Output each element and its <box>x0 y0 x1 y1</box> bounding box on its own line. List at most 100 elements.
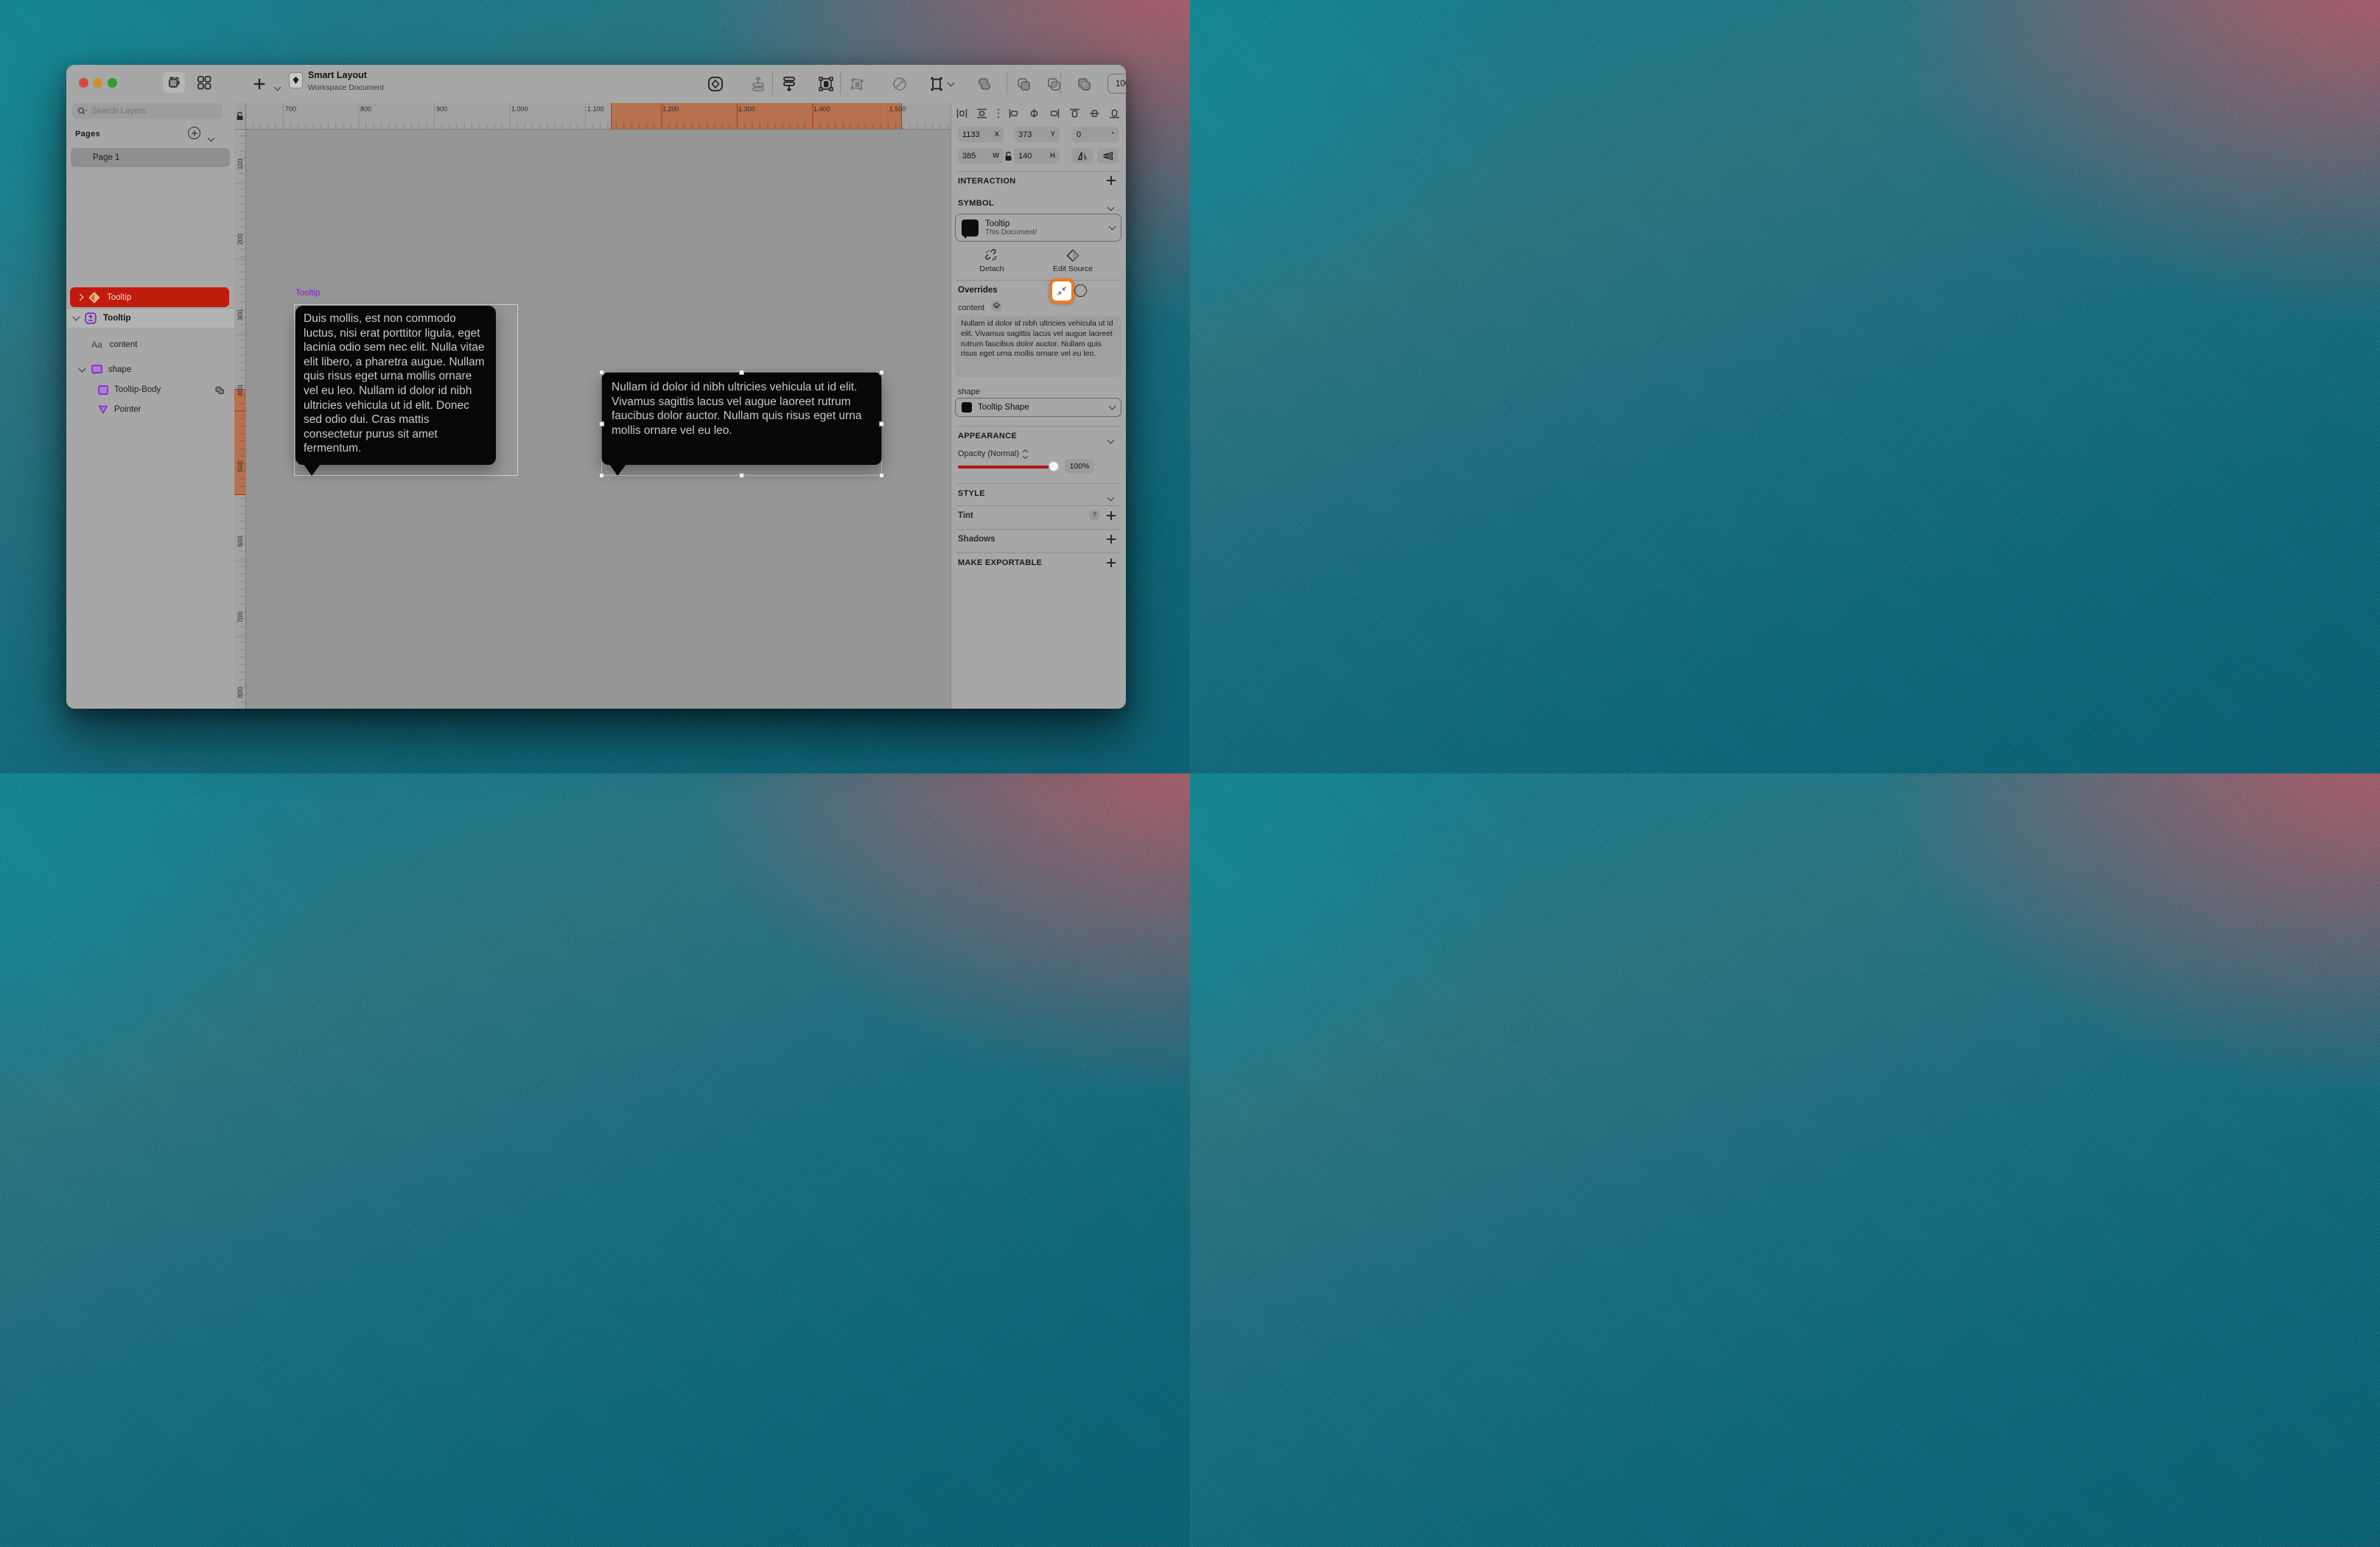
x-position-field[interactable]: 1133 X <box>958 127 1004 142</box>
style-collapse-chevron[interactable] <box>1107 491 1115 504</box>
shape-dropdown-chevron <box>1108 402 1116 410</box>
components-view-toggle-button[interactable] <box>195 74 214 91</box>
layer-row-pointer[interactable]: Pointer <box>66 399 234 420</box>
selection-handle-s[interactable] <box>739 473 744 478</box>
x-unit: X <box>994 130 999 138</box>
alignment-separator-dots <box>997 108 999 119</box>
tint-help-badge[interactable]: ? <box>1089 510 1100 521</box>
shrink-instance-button-annotated[interactable] <box>1049 278 1074 304</box>
opacity-blend-row[interactable]: Opacity (Normal) <box>958 449 1029 459</box>
tooltip-instance-content[interactable]: Nullam id dolor id nibh ultricies vehicu… <box>601 372 882 465</box>
artboard-label[interactable]: Tooltip <box>295 289 320 298</box>
symbol-collapse-chevron[interactable] <box>1107 200 1115 214</box>
plus-icon <box>253 78 265 90</box>
send-to-library-button[interactable] <box>749 74 768 94</box>
distribute-horizontal-icon[interactable] <box>956 108 967 119</box>
layer-row-shape[interactable]: shape <box>66 359 234 380</box>
add-page-button[interactable] <box>188 127 200 139</box>
selection-handle-nw[interactable] <box>599 370 604 375</box>
pages-collapse-chevron[interactable] <box>207 131 215 144</box>
rotation-field[interactable]: 0 ° <box>1072 127 1119 142</box>
distribute-vertical-icon[interactable] <box>976 108 987 119</box>
tooltip-text: Duis mollis, est non commodo luctus, nis… <box>304 312 485 455</box>
add-tint-button[interactable] <box>1107 511 1116 524</box>
create-symbol-button[interactable] <box>706 74 725 94</box>
collapse-chevron-icon[interactable] <box>72 313 80 321</box>
selection-handle-n[interactable] <box>739 370 744 375</box>
intersect-icon <box>1048 78 1060 91</box>
divider <box>956 552 1120 553</box>
add-interaction-button[interactable] <box>1107 175 1116 189</box>
layer-name: Tooltip <box>103 314 131 323</box>
ruler-label: 500 <box>237 460 244 472</box>
override-content-label: content <box>958 304 985 312</box>
subtract-icon <box>1018 78 1030 91</box>
layer-row-tooltip-instance[interactable]: Tooltip <box>70 287 229 307</box>
symbol-header: SYMBOL <box>958 199 994 208</box>
layer-row-content[interactable]: Aa content <box>66 334 234 355</box>
override-shape-dropdown[interactable]: Tooltip Shape <box>955 398 1121 417</box>
rectangle-layer-icon <box>98 385 108 395</box>
width-field[interactable]: 385 W <box>958 148 1004 164</box>
add-shadow-button[interactable] <box>1107 534 1116 547</box>
selection-handle-e[interactable] <box>879 421 884 427</box>
align-center-horizontal-icon[interactable] <box>1029 108 1040 119</box>
align-right-icon[interactable] <box>1049 108 1060 119</box>
opacity-slider-track[interactable] <box>958 466 1054 469</box>
insert-dropdown-chevron[interactable] <box>273 80 281 94</box>
expand-chevron-icon[interactable] <box>76 293 84 301</box>
flip-horizontal-button[interactable] <box>1072 148 1093 164</box>
ruler-label: 700 <box>285 105 297 113</box>
layer-list-toggle-button[interactable] <box>163 72 185 93</box>
close-window-button[interactable] <box>79 78 88 88</box>
flip-vertical-button[interactable] <box>1097 148 1119 164</box>
vertical-ruler[interactable]: 100 200 300 400 500 600 700 800 <box>234 130 246 709</box>
tooltip-artboard-content[interactable]: Duis mollis, est non commodo luctus, nis… <box>295 306 496 465</box>
y-position-field[interactable]: 373 Y <box>1014 127 1060 142</box>
opacity-slider-knob[interactable] <box>1049 461 1059 471</box>
collapse-chevron-icon[interactable] <box>78 365 86 373</box>
ruler-corner[interactable] <box>234 103 246 130</box>
insert-instance-button[interactable] <box>780 74 799 94</box>
ruler-label: 1.200 <box>662 105 679 113</box>
appearance-collapse-chevron[interactable] <box>1107 433 1115 446</box>
resize-dropdown-chevron[interactable] <box>947 79 954 87</box>
resize-button[interactable] <box>925 74 955 94</box>
tooltip-shape-icon <box>91 365 102 375</box>
align-bottom-icon[interactable] <box>1109 108 1120 119</box>
overrides-header: Overrides <box>958 286 998 295</box>
symbol-picker-dropdown[interactable]: Tooltip This Document/ <box>955 214 1121 242</box>
insert-button[interactable] <box>251 75 268 93</box>
alignment-toolbar <box>956 108 1120 119</box>
edit-button[interactable] <box>816 74 836 94</box>
blend-mode-stepper-icon[interactable] <box>1023 449 1029 459</box>
align-top-icon[interactable] <box>1069 108 1080 119</box>
zoom-window-button[interactable] <box>108 78 117 88</box>
reset-overrides-button[interactable] <box>1074 284 1087 297</box>
selection-handle-sw[interactable] <box>599 473 604 478</box>
selection-handle-w[interactable] <box>599 421 604 427</box>
search-layers-field[interactable] <box>72 103 223 119</box>
selection-handle-se[interactable] <box>879 473 884 478</box>
document-title[interactable]: Smart Layout <box>308 70 367 80</box>
layer-row-symbol-source[interactable]: Tooltip <box>66 308 234 329</box>
upload-symbol-icon <box>752 76 764 91</box>
layer-row-tooltip-body[interactable]: Tooltip-Body <box>66 379 234 400</box>
edit-source-button[interactable]: Edit Source <box>1046 249 1099 273</box>
layer-name: content <box>109 340 138 349</box>
selection-handle-ne[interactable] <box>879 370 884 375</box>
opacity-value-field[interactable]: 100% <box>1065 459 1094 474</box>
page-list-item[interactable]: Page 1 <box>71 148 230 167</box>
height-field[interactable]: 140 H <box>1014 148 1060 164</box>
detach-button[interactable]: Detach <box>970 249 1014 273</box>
symbol-path: This Document/ <box>985 228 1037 236</box>
ruler-selection-highlight-h <box>611 103 902 129</box>
minimize-window-button[interactable] <box>93 78 102 88</box>
add-export-preset-button[interactable] <box>1107 558 1116 571</box>
zoom-level-dropdown[interactable]: 100% <box>1107 74 1126 94</box>
search-input[interactable] <box>91 107 209 116</box>
align-left-icon[interactable] <box>1009 108 1020 119</box>
lock-aspect-ratio-button[interactable] <box>1004 150 1012 161</box>
override-content-input[interactable]: Nullam id dolor id nibh ultricies vehicu… <box>955 315 1121 377</box>
align-middle-vertical-icon[interactable] <box>1089 108 1100 119</box>
